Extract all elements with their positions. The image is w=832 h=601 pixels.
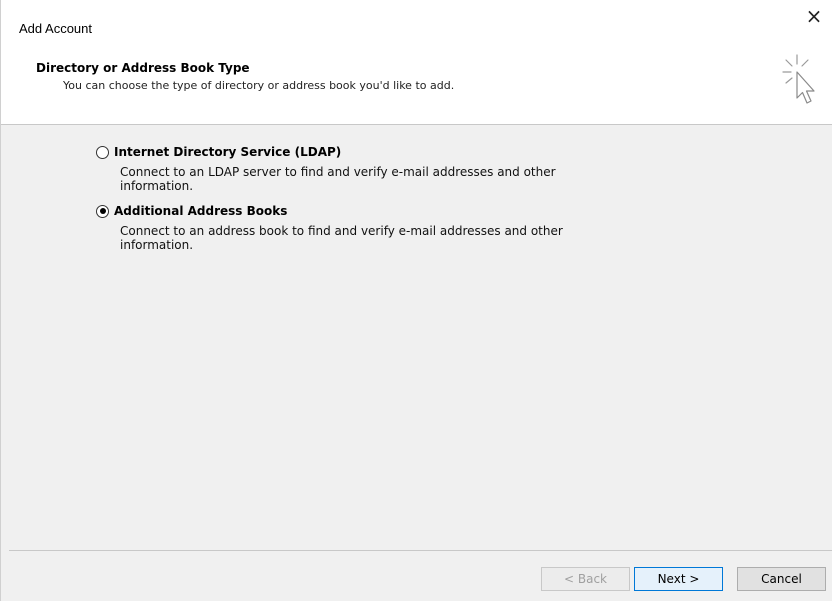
page-subtitle: You can choose the type of directory or … xyxy=(63,79,455,92)
wizard-content: Internet Directory Service (LDAP) Connec… xyxy=(1,125,832,550)
address-books-label[interactable]: Additional Address Books xyxy=(114,204,287,218)
option-additional-address-books: Additional Address Books Connect to an a… xyxy=(96,204,656,252)
ldap-radio[interactable] xyxy=(96,145,109,159)
add-account-dialog: Add Account × Directory or Address Book … xyxy=(0,0,832,601)
address-books-description: Connect to an address book to find and v… xyxy=(120,224,563,252)
wizard-cursor-icon xyxy=(782,54,815,104)
address-books-radio[interactable] xyxy=(96,204,109,218)
option-ldap-row[interactable]: Internet Directory Service (LDAP) xyxy=(96,145,656,159)
next-button[interactable]: Next > xyxy=(634,567,723,591)
page-title: Directory or Address Book Type xyxy=(36,61,250,75)
wizard-header: Directory or Address Book Type You can c… xyxy=(1,42,832,125)
cancel-button[interactable]: Cancel xyxy=(737,567,826,591)
footer-divider xyxy=(9,550,832,551)
title-bar: Add Account × xyxy=(1,0,832,42)
option-ldap: Internet Directory Service (LDAP) Connec… xyxy=(96,145,656,193)
option-address-books-row[interactable]: Additional Address Books xyxy=(96,204,656,218)
close-button[interactable]: × xyxy=(800,3,828,29)
back-button[interactable]: < Back xyxy=(541,567,630,591)
ldap-description: Connect to an LDAP server to find and ve… xyxy=(120,165,556,193)
ldap-label[interactable]: Internet Directory Service (LDAP) xyxy=(114,145,341,159)
window-title: Add Account xyxy=(19,21,92,36)
